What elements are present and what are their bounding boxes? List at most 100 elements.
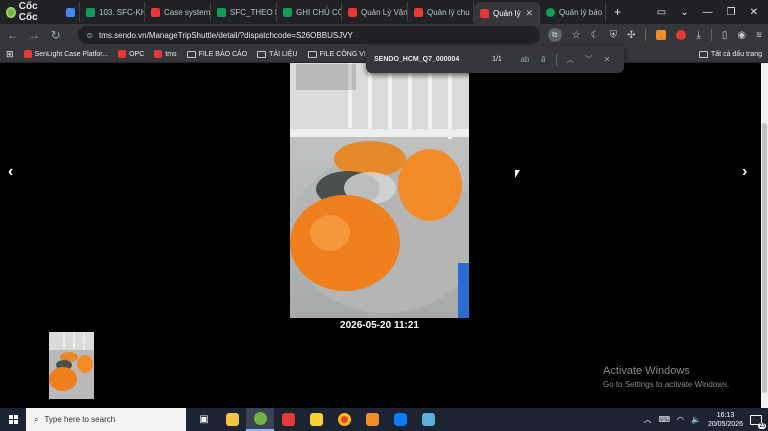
- activate-windows-watermark: Activate Windows Go to Settings to activ…: [603, 365, 729, 389]
- tab-ghi-chu[interactable]: GHI CHÚ CÓ: [277, 2, 342, 22]
- menu-icon[interactable]: ≡: [756, 30, 762, 41]
- reload-icon[interactable]: ↻: [49, 28, 62, 42]
- mouse-cursor-icon: [515, 170, 520, 178]
- sheets-icon: [86, 7, 95, 17]
- keyboard-language-icon[interactable]: ⌨: [658, 415, 670, 424]
- match-diacritics-icon[interactable]: ã: [534, 55, 552, 64]
- start-button[interactable]: [0, 415, 26, 424]
- page-scrollbar[interactable]: [761, 63, 768, 408]
- bookmark-folder-file-bao-cao[interactable]: FILE BÁO CÁO: [186, 50, 247, 58]
- find-divider: [556, 53, 558, 66]
- prev-image-button[interactable]: ‹: [8, 163, 13, 181]
- tab-103-sfc[interactable]: 103. SFC-KH: [80, 2, 145, 22]
- bookmark-label: SenLight Case Platfor...: [34, 50, 109, 58]
- extension-orange-icon[interactable]: [656, 30, 667, 40]
- translate-icon[interactable]: ⧉: [547, 28, 562, 42]
- wps-taskbar-button[interactable]: [274, 408, 302, 431]
- task-view-button[interactable]: ▣: [190, 408, 218, 431]
- tab-quan-ly-chu[interactable]: Quản lý chu: [408, 2, 474, 22]
- new-tab-button[interactable]: +: [606, 5, 629, 19]
- show-hidden-icons[interactable]: ︿: [643, 414, 651, 425]
- chrome-taskbar-button[interactable]: [330, 408, 358, 431]
- sheets-icon: [283, 7, 292, 17]
- sticky-notes-button[interactable]: [302, 408, 330, 431]
- notification-center-icon[interactable]: 23: [750, 414, 766, 429]
- match-case-icon[interactable]: ab: [516, 55, 534, 64]
- bookmark-label: TÀI LIỆU: [269, 50, 298, 58]
- taskbar-clock[interactable]: 16:13 20/05/2026: [708, 411, 743, 429]
- delivery-photo: [290, 63, 469, 318]
- bookmark-folder-tai-lieu[interactable]: TÀI LIỆU: [257, 50, 298, 58]
- maximize-icon[interactable]: ❐: [727, 7, 736, 18]
- url-text[interactable]: tms.sendo.vn/ManageTripShuttle/detail/?d…: [99, 31, 353, 40]
- close-tab-icon[interactable]: ✕: [525, 8, 533, 19]
- shield-icon[interactable]: ⛨: [610, 30, 618, 41]
- zalo-taskbar-button[interactable]: [386, 408, 414, 431]
- scrollbar-thumb[interactable]: [762, 123, 767, 393]
- windows-taskbar: ⌕ Type here to search ▣ ︿ ⌨ ◠ 🔈 16:13 20…: [0, 408, 768, 431]
- orange-app-icon: [365, 413, 379, 426]
- profile-icon[interactable]: ◉: [737, 30, 746, 41]
- sendo-icon: [480, 8, 489, 18]
- photo-thumbnail[interactable]: [49, 332, 94, 399]
- tab-label: GHI CHÚ CÓ: [296, 7, 342, 17]
- tab-quan-ly-van[interactable]: Quản Lý Vận: [342, 2, 408, 22]
- all-bookmarks[interactable]: Tất cả dấu trang: [699, 50, 762, 58]
- extension-red-icon[interactable]: [676, 30, 687, 40]
- sendo-icon: [348, 7, 357, 17]
- network-icon[interactable]: ◠: [677, 415, 684, 424]
- image-viewer: ‹ › 2026-05-20 11:21 Activate Windows Go…: [0, 63, 762, 408]
- wps-icon: [281, 413, 295, 426]
- bookmark-senlight[interactable]: SenLight Case Platfor...: [23, 50, 109, 58]
- volume-icon[interactable]: 🔈: [691, 415, 701, 424]
- task-view-icon: ▣: [199, 414, 209, 425]
- back-icon[interactable]: ←: [6, 28, 19, 42]
- sidebar-icon[interactable]: ▯: [722, 30, 728, 41]
- dark-mode-icon[interactable]: ☾: [591, 30, 600, 41]
- bookmark-opc[interactable]: OPC: [118, 50, 144, 58]
- site-info-icon[interactable]: ⊜: [86, 31, 93, 40]
- tab-quan-ly-active[interactable]: Quản lý ✕: [474, 2, 540, 24]
- drive-icon: [66, 7, 75, 17]
- sticky-notes-icon: [309, 413, 323, 426]
- search-icon: ⌕: [34, 414, 39, 424]
- close-window-icon[interactable]: ✕: [750, 7, 758, 18]
- taskbar-search[interactable]: ⌕ Type here to search: [26, 408, 186, 431]
- next-image-button[interactable]: ›: [742, 163, 747, 181]
- tab-drive[interactable]: [60, 2, 80, 22]
- tab-case-system[interactable]: Case system: [145, 2, 211, 22]
- sendo-icon: [23, 50, 32, 58]
- find-input[interactable]: SENDO_HCM_Q7_000004: [374, 56, 474, 63]
- zalo-icon: [393, 413, 407, 426]
- extensions-icon[interactable]: ✣: [627, 30, 635, 41]
- tab-label: Quản Lý Vận: [361, 7, 408, 17]
- tab-sfc-theo[interactable]: SFC_THEO D: [211, 2, 277, 22]
- bookmark-star-icon[interactable]: ☆: [572, 30, 581, 41]
- blue-app-button[interactable]: [414, 408, 442, 431]
- next-match-icon[interactable]: ﹀: [579, 54, 597, 65]
- screenshot-icon[interactable]: ▭: [657, 7, 666, 18]
- chrome-icon: [337, 413, 351, 426]
- bookmark-label: Tất cả dấu trang: [711, 50, 762, 58]
- forward-icon[interactable]: →: [27, 28, 40, 42]
- tab-quan-ly-bao[interactable]: Quản lý báo: [540, 2, 606, 22]
- minimize-icon[interactable]: —: [703, 7, 713, 18]
- bookmark-tms[interactable]: tms: [154, 50, 177, 58]
- folder-icon: [257, 50, 267, 58]
- file-explorer-button[interactable]: [218, 408, 246, 431]
- download-icon[interactable]: ⤓: [696, 30, 700, 41]
- watermark-subtitle: Go to Settings to activate Windows.: [603, 380, 730, 389]
- close-find-icon[interactable]: ✕: [598, 55, 616, 64]
- sendo-icon: [118, 50, 127, 58]
- system-tray: ︿ ⌨ ◠ 🔈 16:13 20/05/2026 23: [643, 411, 768, 429]
- browser-brand[interactable]: Cốc Cốc: [0, 1, 60, 23]
- thumbnail-illustration: [49, 332, 94, 399]
- coccoc-taskbar-button[interactable]: [246, 408, 274, 431]
- tab-search-icon[interactable]: ⌄: [680, 7, 688, 18]
- orange-app-button[interactable]: [358, 408, 386, 431]
- address-bar[interactable]: ⊜ tms.sendo.vn/ManageTripShuttle/detail/…: [78, 26, 540, 44]
- previous-match-icon[interactable]: ︿: [561, 54, 579, 65]
- notification-count: 23: [758, 422, 766, 429]
- apps-grid-icon[interactable]: ⊞: [6, 49, 14, 60]
- sheets-icon: [546, 7, 555, 17]
